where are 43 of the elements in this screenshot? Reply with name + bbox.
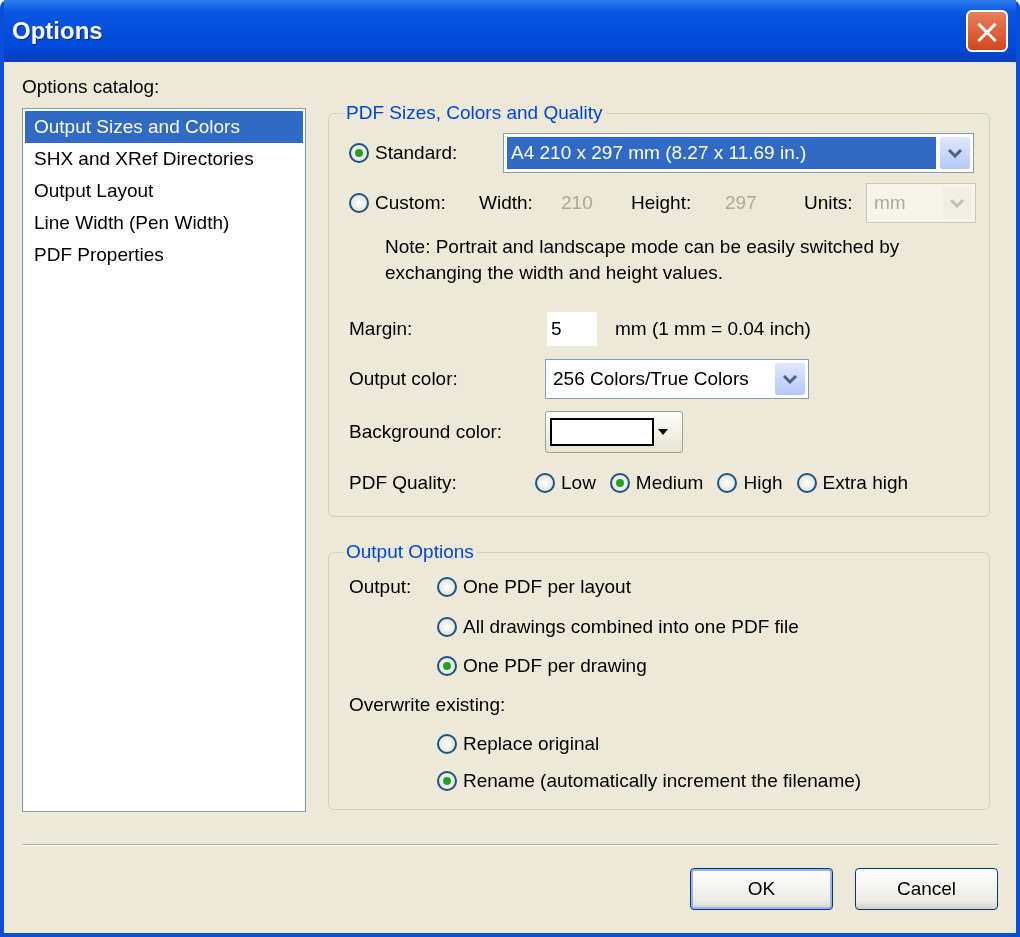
chevron-down-icon (949, 198, 965, 208)
radio-option[interactable]: One PDF per drawing (437, 654, 647, 677)
width-value: 210 (561, 192, 593, 214)
output-color-dropdown[interactable]: 256 Colors/True Colors (545, 359, 809, 399)
dialog-button[interactable]: OK (690, 868, 833, 910)
units-label: Units: (804, 192, 853, 214)
catalog-label: Options catalog: (22, 76, 161, 98)
note-text: Note: Portrait and landscape mode can be easily switched by exchanging the width and height values. (384, 235, 901, 285)
caret-icon (658, 429, 668, 435)
output-label: Output: (349, 576, 412, 598)
radio-option[interactable]: High (717, 472, 783, 494)
background-color-label: Background color: (349, 421, 503, 443)
paper-size-dropdown[interactable]: A4 210 x 297 mm (8.27 x 11.69 in.) (503, 133, 974, 173)
radio-option[interactable]: Low (535, 472, 596, 494)
margin-label: Margin: (349, 318, 413, 340)
radio-option[interactable]: Rename (automatically increment the filename) (437, 769, 862, 792)
height-value: 297 (725, 192, 757, 214)
color-picker-button[interactable] (545, 411, 683, 453)
chevron-down-icon (782, 374, 798, 384)
height-label: Height: (631, 192, 692, 214)
chevron-down-icon (947, 148, 963, 158)
radio-option[interactable]: One PDF per layout (437, 576, 631, 598)
margin-unit-text: mm (1 mm = 0.04 inch) (615, 318, 811, 340)
window-title: Options (12, 17, 103, 45)
close-button[interactable]: × (966, 10, 1008, 52)
radio-option[interactable]: All drawings combined into one PDF file (437, 615, 799, 638)
group-title: Output Options (345, 541, 475, 563)
catalog-item[interactable]: SHX and XRef Directories (25, 143, 303, 175)
catalog-item[interactable]: Line Width (Pen Width) (25, 207, 303, 239)
radio-option[interactable]: Standard: (349, 142, 458, 164)
output-color-label: Output color: (349, 368, 458, 390)
radio-option[interactable]: Replace original (437, 732, 600, 755)
radio-option[interactable]: Medium (609, 472, 704, 494)
overwrite-label: Overwrite existing: (349, 694, 506, 716)
catalog-item[interactable]: Output Layout (25, 175, 303, 207)
group-title: PDF Sizes, Colors and Quality (345, 102, 604, 124)
margin-input[interactable]: 5 (547, 312, 597, 346)
width-label: Width: (479, 192, 533, 214)
radio-option[interactable]: Extra high (796, 472, 909, 494)
catalog-item[interactable]: PDF Properties (25, 239, 303, 271)
dialog-button[interactable]: Cancel (855, 868, 998, 910)
quality-label: PDF Quality: (349, 472, 457, 494)
catalog-item[interactable]: Output Sizes and Colors (25, 111, 303, 143)
